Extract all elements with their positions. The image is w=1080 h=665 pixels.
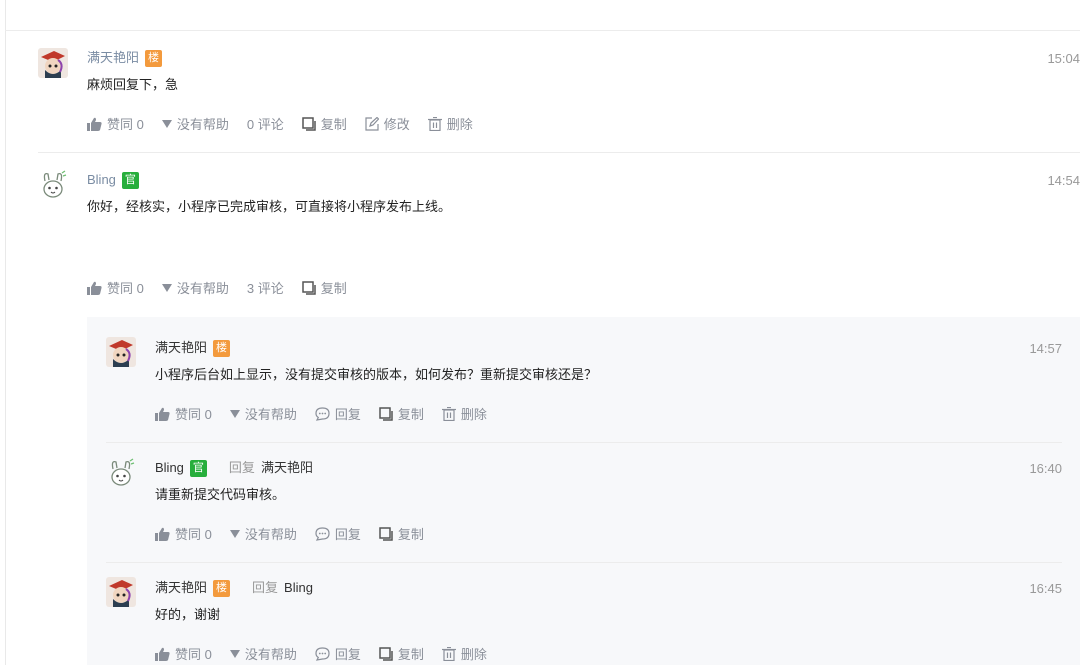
copy-button[interactable]: 复制 — [379, 524, 424, 543]
triangle-down-icon — [229, 409, 240, 418]
delete-button[interactable]: 删除 — [441, 404, 487, 423]
comment-actions: 赞同 0 没有帮助 回复 复制 删除 — [155, 404, 505, 423]
divider — [106, 442, 1062, 443]
author-name[interactable]: Bling — [155, 460, 184, 475]
divider — [5, 30, 1080, 31]
triangle-down-icon — [161, 283, 172, 292]
copy-button[interactable]: 复制 — [379, 644, 424, 663]
post-actions: 赞同 0 没有帮助 0 评论 复制 修改 删除 — [87, 114, 491, 133]
copy-button[interactable]: 复制 — [301, 278, 347, 297]
trash-icon — [441, 646, 456, 661]
comment-content: 请重新提交代码审核。 — [155, 487, 286, 502]
copy-button[interactable]: 复制 — [301, 114, 347, 133]
op-badge: 楼 — [145, 50, 163, 67]
like-button[interactable]: 赞同 0 — [87, 114, 144, 133]
reply-button[interactable]: 回复 — [315, 524, 361, 543]
post-time: 15:04 — [1047, 51, 1080, 66]
comment-time: 16:45 — [1029, 581, 1062, 596]
comments-button[interactable]: 0 评论 — [247, 114, 284, 133]
avatar[interactable] — [38, 48, 68, 78]
author-name[interactable]: 满天艳阳 — [155, 340, 207, 355]
avatar[interactable] — [106, 337, 136, 367]
edit-button[interactable]: 修改 — [365, 114, 410, 133]
edit-icon — [365, 116, 379, 131]
official-badge: 官 — [189, 460, 207, 477]
copy-icon — [301, 280, 316, 295]
comment-time: 14:57 — [1029, 341, 1062, 356]
thumbs-up-icon — [87, 117, 102, 131]
reply-label: 回复 — [252, 580, 279, 595]
copy-icon — [379, 646, 393, 661]
triangle-down-icon — [229, 529, 240, 538]
copy-button[interactable]: 复制 — [379, 404, 424, 423]
comment-content: 好的，谢谢 — [155, 607, 221, 622]
author-row: Bling 官 回复 满天艳阳 — [155, 459, 313, 477]
reply-button[interactable]: 回复 — [315, 644, 361, 663]
comment-actions: 赞同 0 没有帮助 回复 复制 删除 — [155, 644, 505, 663]
reply-target-name[interactable]: 满天艳阳 — [261, 460, 313, 475]
reply-label: 回复 — [228, 460, 255, 475]
trash-icon — [427, 116, 442, 131]
trash-icon — [441, 406, 456, 421]
unhelpful-button[interactable]: 没有帮助 — [229, 524, 297, 543]
author-row: 满天艳阳楼 — [155, 339, 231, 357]
post-time: 14:54 — [1047, 173, 1080, 188]
like-button[interactable]: 赞同 0 — [155, 404, 212, 423]
triangle-down-icon — [161, 119, 172, 128]
avatar[interactable] — [106, 577, 136, 607]
unhelpful-button[interactable]: 没有帮助 — [161, 114, 229, 133]
thumbs-up-icon — [155, 647, 170, 661]
like-button[interactable]: 赞同 0 — [155, 524, 212, 543]
comment-content: 小程序后台如上显示，没有提交审核的版本，如何发布？重新提交审核还是？ — [155, 367, 598, 382]
chat-bubble-icon — [315, 526, 330, 541]
unhelpful-button[interactable]: 没有帮助 — [229, 644, 297, 663]
divider — [38, 152, 1080, 153]
comment-actions: 赞同 0 没有帮助 回复 复制 — [155, 524, 442, 543]
post-content: 麻烦回复下，急 — [87, 77, 179, 92]
reply-button[interactable]: 回复 — [315, 404, 361, 423]
avatar[interactable] — [38, 169, 68, 199]
avatar[interactable] — [106, 457, 136, 487]
reply-target-name[interactable]: Bling — [284, 580, 313, 595]
author-row: 满天艳阳楼 回复 Bling — [155, 579, 313, 597]
unhelpful-button[interactable]: 没有帮助 — [229, 404, 297, 423]
comments-panel: 满天艳阳楼 14:57 小程序后台如上显示，没有提交审核的版本，如何发布？重新提… — [87, 317, 1080, 665]
chat-bubble-icon — [315, 406, 330, 421]
author-name[interactable]: Bling — [87, 172, 116, 187]
thumbs-up-icon — [155, 407, 170, 421]
delete-button[interactable]: 删除 — [427, 114, 473, 133]
post-actions: 赞同 0 没有帮助 3 评论 复制 — [87, 278, 365, 297]
op-badge: 楼 — [213, 580, 231, 597]
comments-button[interactable]: 3 评论 — [247, 278, 284, 297]
author-name[interactable]: 满天艳阳 — [87, 50, 139, 65]
left-border — [5, 0, 6, 665]
post-content: 你好，经核实，小程序已完成审核，可直接将小程序发布上线。 — [87, 199, 452, 214]
official-badge: 官 — [121, 172, 139, 189]
delete-button[interactable]: 删除 — [441, 644, 487, 663]
chat-bubble-icon — [315, 646, 330, 661]
divider — [106, 562, 1062, 563]
op-badge: 楼 — [213, 340, 231, 357]
thumbs-up-icon — [87, 281, 102, 295]
triangle-down-icon — [229, 649, 240, 658]
author-row: 满天艳阳楼 — [87, 49, 163, 67]
author-name[interactable]: 满天艳阳 — [155, 580, 207, 595]
like-button[interactable]: 赞同 0 — [87, 278, 144, 297]
copy-icon — [379, 526, 393, 541]
author-row: Bling 官 — [87, 171, 139, 189]
like-button[interactable]: 赞同 0 — [155, 644, 212, 663]
comment-time: 16:40 — [1029, 461, 1062, 476]
unhelpful-button[interactable]: 没有帮助 — [161, 278, 229, 297]
thumbs-up-icon — [155, 527, 170, 541]
copy-icon — [301, 116, 316, 131]
copy-icon — [379, 406, 393, 421]
